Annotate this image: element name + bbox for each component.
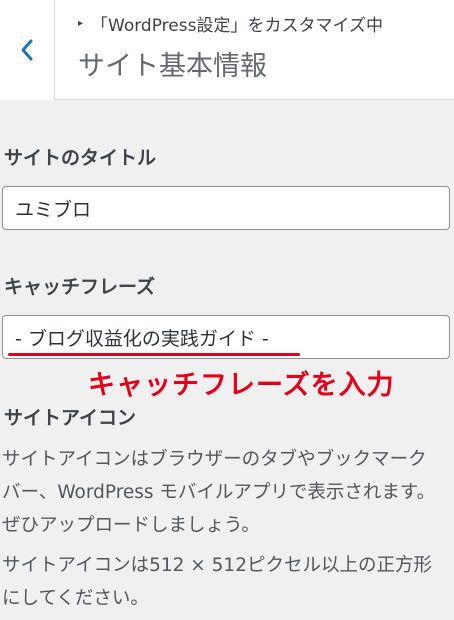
site-icon-heading: サイトアイコン bbox=[4, 407, 137, 429]
chevron-left-icon bbox=[19, 38, 35, 62]
annotation-underline bbox=[8, 353, 300, 356]
tagline-label: キャッチフレーズ bbox=[4, 276, 156, 298]
breadcrumb-text: 「WordPress設定」をカスタマイズ中 bbox=[91, 16, 383, 36]
site-icon-size-note: サイトアイコンは512 × 512ピクセル以上の正方形 にしてください。 bbox=[2, 549, 452, 615]
back-button[interactable] bbox=[0, 0, 55, 100]
site-title-input[interactable]: ユミブロ bbox=[2, 186, 450, 230]
breadcrumb-arrow-icon: ▸ bbox=[78, 18, 84, 29]
size-note-line: サイトアイコンは512 × 512ピクセル以上の正方形 bbox=[2, 555, 432, 576]
description-line: サイトアイコンはブラウザーのタブやブックマーク bbox=[2, 449, 427, 470]
site-title-label: サイトのタイトル bbox=[4, 147, 157, 169]
breadcrumb: ▸ 「WordPress設定」をカスタマイズ中 bbox=[78, 11, 383, 36]
description-line: ぜひアップロードしましょう。 bbox=[2, 515, 260, 536]
tagline-annotation: キャッチフレーズを入力 bbox=[88, 370, 395, 401]
size-note-line: にしてください。 bbox=[2, 588, 149, 609]
customizer-header: ▸ 「WordPress設定」をカスタマイズ中 サイト基本情報 bbox=[0, 0, 454, 100]
site-icon-description: サイトアイコンはブラウザーのタブやブックマーク バー、WordPress モバイ… bbox=[2, 443, 452, 542]
description-line: バー、WordPress モバイルアプリで表示されます。 bbox=[2, 482, 436, 503]
page-title: サイト基本情報 bbox=[78, 51, 267, 82]
